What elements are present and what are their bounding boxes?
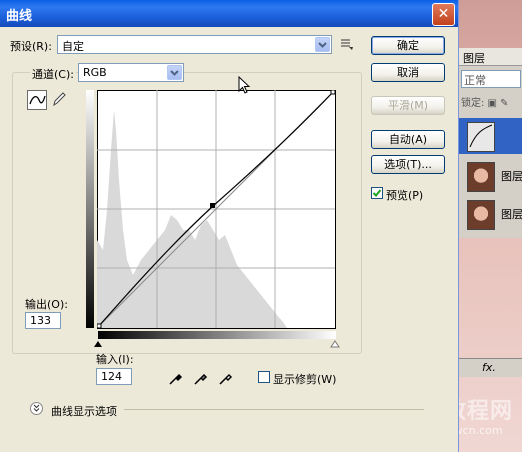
divider <box>124 409 424 410</box>
layers-tab-label: 图层 <box>463 52 485 65</box>
chevron-down-icon <box>167 65 182 80</box>
layer-row[interactable]: 图层 <box>459 158 522 194</box>
output-input[interactable]: 133 <box>25 312 61 329</box>
pencil-tool-icon[interactable] <box>50 90 70 110</box>
lock-label: 锁定: <box>461 98 485 109</box>
show-clipping-label: 显示修剪(W) <box>273 373 337 386</box>
curve-display-options-label[interactable]: 曲线显示选项 <box>51 403 117 419</box>
channel-label: 通道(C): <box>30 66 76 82</box>
dialog-title: 曲线 <box>6 9 33 24</box>
cursor-icon <box>238 76 251 94</box>
close-button[interactable]: ✕ <box>432 3 455 26</box>
output-value: 133 <box>30 314 51 327</box>
preview-label: 预览(P) <box>386 189 424 202</box>
curve-graph[interactable] <box>97 90 337 330</box>
layer-row[interactable]: 图层 <box>459 196 522 232</box>
channel-value: RGB <box>83 66 107 79</box>
white-eyedropper-icon[interactable] <box>218 370 234 389</box>
preset-options-icon[interactable] <box>340 37 354 51</box>
blend-mode-value: 正常 <box>464 74 486 87</box>
preset-value: 自定 <box>62 40 84 53</box>
input-gradient-bar <box>98 331 336 339</box>
layers-panel: 图层 正常 锁定: ▣ ✎ 图层 图层 <box>458 48 522 238</box>
channel-select[interactable]: RGB <box>78 63 184 82</box>
black-slider-icon[interactable] <box>94 341 102 347</box>
layer-row-curves[interactable] <box>459 118 522 154</box>
smooth-button[interactable]: 平滑(M) <box>371 96 445 115</box>
input-value: 124 <box>101 370 122 383</box>
expander-icon[interactable] <box>30 402 43 415</box>
chevron-down-icon <box>315 37 330 52</box>
curves-dialog: 曲线 ✕ 预设(R): 自定 通道(C): RGB 输出(O): 133 输入(… <box>0 0 459 452</box>
input-label: 输入(I): <box>96 353 134 366</box>
cancel-button[interactable]: 取消 <box>371 63 445 82</box>
input-input[interactable]: 124 <box>96 368 132 385</box>
lock-row: 锁定: ▣ ✎ <box>461 98 509 109</box>
layer-thumbnail <box>467 200 495 230</box>
layers-tab[interactable]: 图层 <box>459 48 522 66</box>
input-sliders <box>94 340 340 348</box>
preset-select[interactable]: 自定 <box>57 35 332 54</box>
auto-button[interactable]: 自动(A) <box>371 130 445 149</box>
white-point-handle[interactable] <box>330 90 336 95</box>
title-bar[interactable]: 曲线 ✕ <box>0 0 458 27</box>
output-label: 输出(O): <box>25 298 68 311</box>
curve-control-point[interactable] <box>210 203 215 208</box>
white-slider-icon[interactable] <box>330 340 340 348</box>
show-clipping-checkbox[interactable] <box>258 371 270 383</box>
black-eyedropper-icon[interactable] <box>168 370 184 389</box>
black-point-handle[interactable] <box>97 323 102 329</box>
preview-checkbox[interactable] <box>371 187 383 199</box>
output-gradient-bar <box>86 90 94 328</box>
curves-adjustment-icon <box>467 122 495 152</box>
curve-tool-icon[interactable] <box>27 90 47 110</box>
ok-button[interactable]: 确定 <box>371 36 445 55</box>
layer-name: 图层 <box>501 170 522 183</box>
fx-icon[interactable]: fx. <box>482 361 496 374</box>
checkmark-icon <box>372 189 382 197</box>
options-button[interactable]: 选项(T)... <box>371 155 445 174</box>
blend-mode-select[interactable]: 正常 <box>461 70 521 88</box>
preset-label: 预设(R): <box>10 40 52 53</box>
layers-bottom-toolbar: fx. <box>458 358 522 377</box>
layer-thumbnail <box>467 162 495 192</box>
layer-name: 图层 <box>501 208 522 221</box>
gray-eyedropper-icon[interactable] <box>193 370 209 389</box>
